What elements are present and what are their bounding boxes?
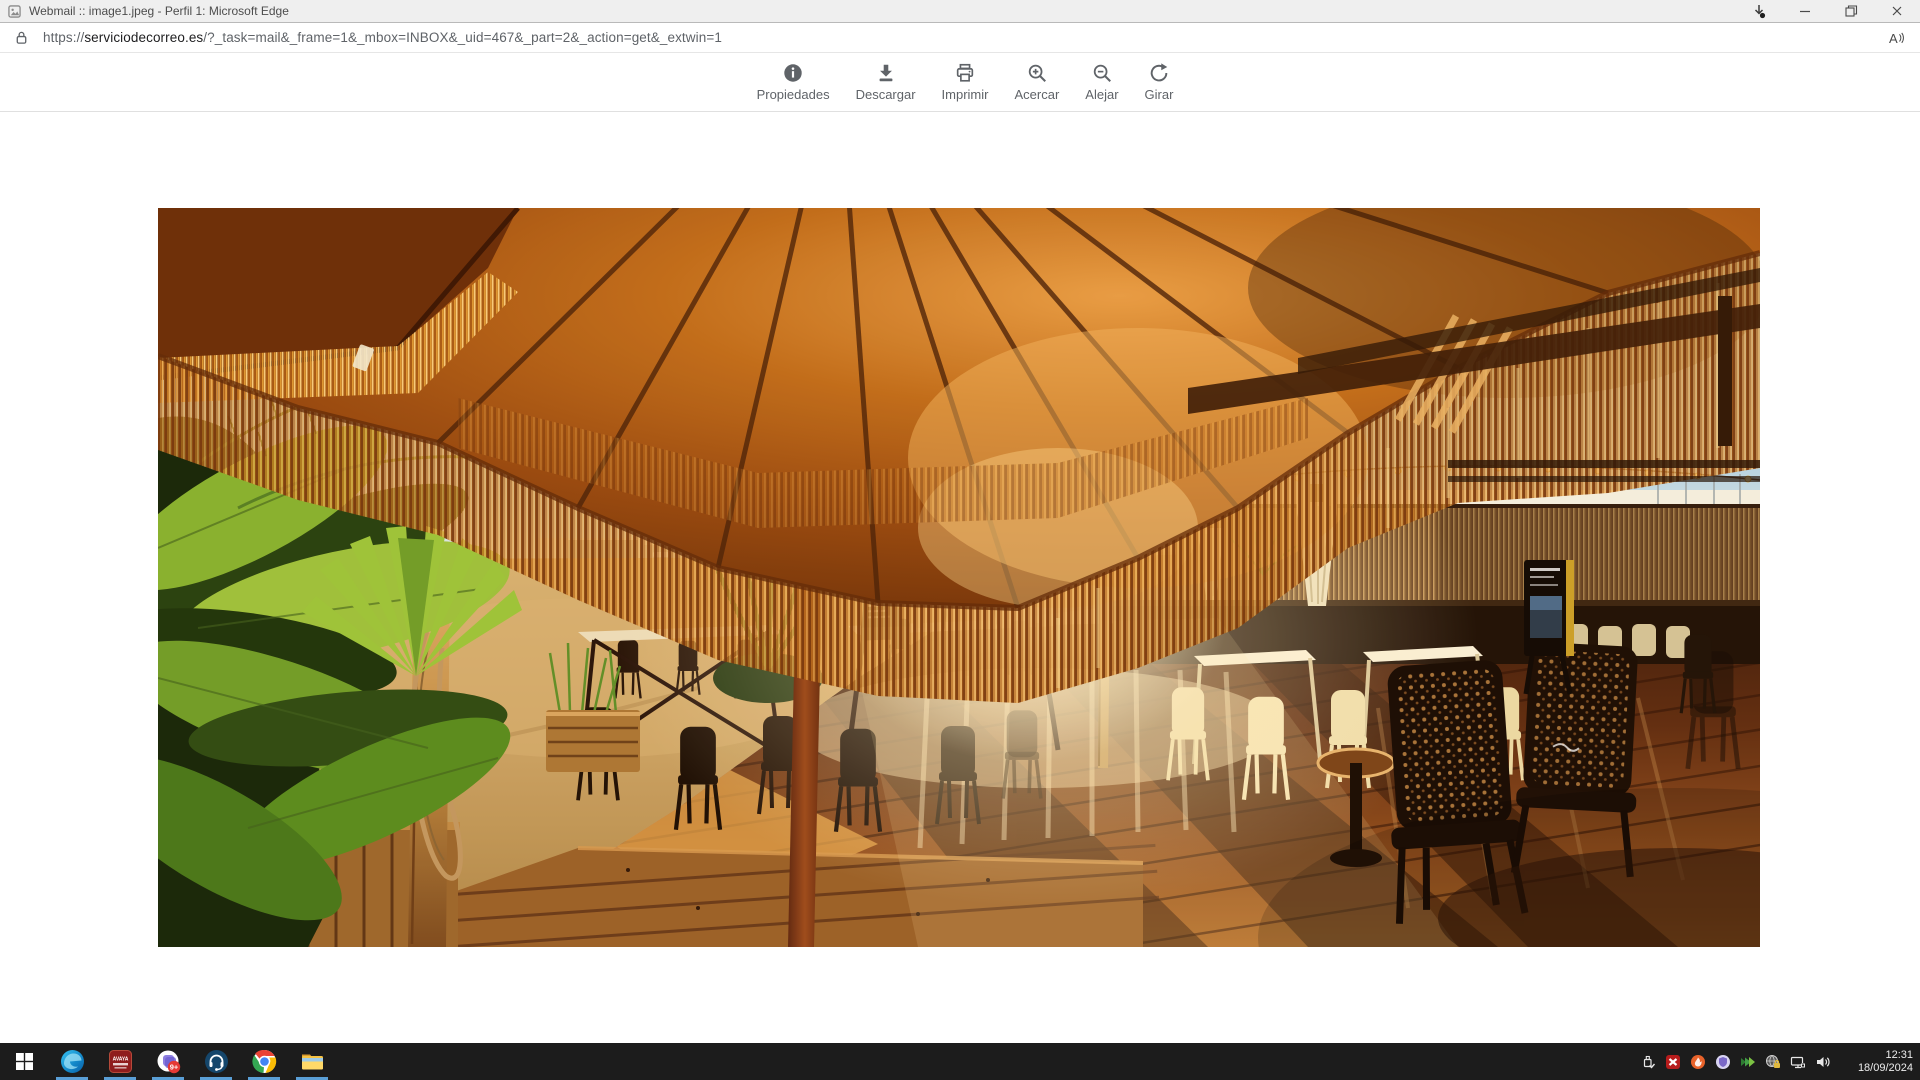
address-bar[interactable]: https://serviciodecorreo.es/?_task=mail&… (0, 23, 1920, 53)
download-button[interactable]: Descargar (856, 62, 916, 102)
taskbar-clock[interactable]: 12:31 18/09/2024 (1835, 1049, 1920, 1075)
rotate-button[interactable]: Girar (1145, 62, 1174, 102)
zoom-in-icon (1026, 62, 1048, 84)
avaya-icon: AVAYA (108, 1049, 133, 1074)
page-favicon-icon (8, 5, 21, 18)
svg-text:A: A (1889, 31, 1898, 46)
usb-eject-icon[interactable] (1635, 1043, 1660, 1080)
image-viewer-toolbar: Propiedades Descargar Imprimir Acercar (0, 53, 1920, 112)
close-button[interactable] (1874, 0, 1920, 22)
browser-titlebar: Webmail :: image1.jpeg - Perfil 1: Micro… (0, 0, 1920, 23)
volume-icon[interactable] (1810, 1043, 1835, 1080)
orange-app-icon[interactable] (1685, 1043, 1710, 1080)
zoom-in-button[interactable]: Acercar (1014, 62, 1059, 102)
page-content (0, 113, 1920, 1043)
windows-start-icon (16, 1053, 33, 1070)
clock-date: 18/09/2024 (1835, 1062, 1913, 1075)
edge-icon (60, 1049, 85, 1074)
svg-text:9+: 9+ (169, 1063, 178, 1072)
clock-time: 12:31 (1835, 1049, 1913, 1062)
zoom-out-button[interactable]: Alejar (1085, 62, 1118, 102)
print-icon (954, 62, 976, 84)
properties-button[interactable]: Propiedades (757, 62, 830, 102)
url-path: /?_task=mail&_frame=1&_mbox=INBOX&_uid=4… (203, 30, 722, 45)
start-button[interactable] (0, 1043, 48, 1080)
rotate-icon (1148, 62, 1170, 84)
taskbar-app-edge[interactable] (48, 1043, 96, 1080)
chrome-icon (252, 1049, 277, 1074)
url-protocol: https:// (43, 30, 84, 45)
zoom-out-icon (1091, 62, 1113, 84)
toolbar-label: Alejar (1085, 87, 1118, 102)
file-explorer-icon (300, 1049, 325, 1074)
headset-icon (204, 1049, 229, 1074)
toolbar-label: Imprimir (942, 87, 989, 102)
taskbar-app-avaya[interactable]: AVAYA (96, 1043, 144, 1080)
toolbar-label: Descargar (856, 87, 916, 102)
window-title: Webmail :: image1.jpeg - Perfil 1: Micro… (29, 4, 289, 18)
network-icon[interactable] (1785, 1043, 1810, 1080)
green-arrows-icon[interactable] (1735, 1043, 1760, 1080)
url-domain: serviciodecorreo.es (84, 30, 203, 45)
read-aloud-button[interactable]: A (1884, 26, 1908, 50)
photo-illustration (158, 208, 1760, 947)
minimize-button[interactable] (1782, 0, 1828, 22)
taskbar-app-messages[interactable]: 9+ (144, 1043, 192, 1080)
purple-messages-icon: 9+ (156, 1049, 181, 1074)
taskbar-app-file-explorer[interactable] (288, 1043, 336, 1080)
downloads-button[interactable] (1736, 0, 1782, 22)
globe-lock-icon[interactable] (1760, 1043, 1785, 1080)
maximize-button[interactable] (1828, 0, 1874, 22)
download-icon (875, 62, 897, 84)
taskbar-app-headset[interactable] (192, 1043, 240, 1080)
taskbar-app-chrome[interactable] (240, 1043, 288, 1080)
windows-taskbar: AVAYA 9+ (0, 1043, 1920, 1080)
red-x-icon[interactable] (1660, 1043, 1685, 1080)
lock-icon[interactable] (14, 30, 29, 45)
purple-shield-icon[interactable] (1710, 1043, 1735, 1080)
url-text[interactable]: https://serviciodecorreo.es/?_task=mail&… (43, 30, 722, 45)
toolbar-label: Propiedades (757, 87, 830, 102)
beach-bar-photo (158, 208, 1760, 947)
toolbar-label: Acercar (1014, 87, 1059, 102)
info-icon (782, 62, 804, 84)
svg-text:AVAYA: AVAYA (112, 1057, 128, 1063)
toolbar-label: Girar (1145, 87, 1174, 102)
print-button[interactable]: Imprimir (942, 62, 989, 102)
